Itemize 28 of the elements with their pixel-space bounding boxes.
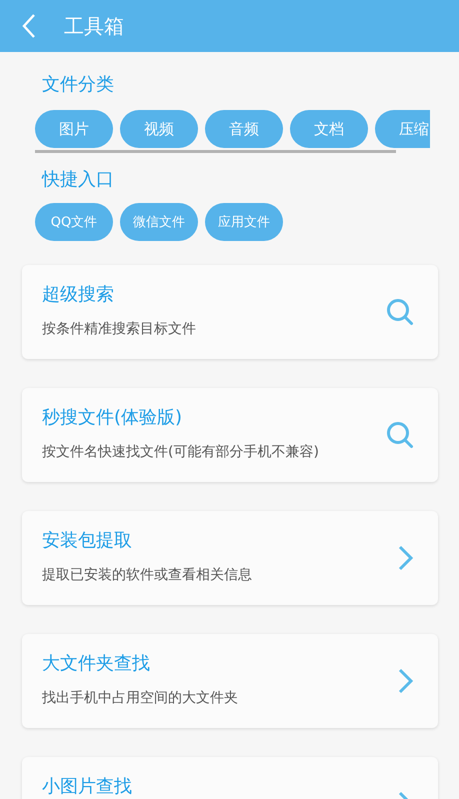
shortcut-chip[interactable]: 应用文件 <box>205 203 283 241</box>
tool-card[interactable]: 秒搜文件(体验版) 按文件名快速找文件(可能有部分手机不兼容) <box>22 388 438 482</box>
tool-title: 超级搜索 <box>42 285 115 305</box>
category-chip[interactable]: 文档 <box>290 110 368 148</box>
tool-card[interactable]: 大文件夹查找 找出手机中占用空间的大文件夹 <box>22 634 438 728</box>
tool-title: 小图片查找 <box>42 777 132 797</box>
tool-card[interactable]: 超级搜索 按条件精准搜索目标文件 <box>22 265 438 359</box>
page-title: 工具箱 <box>64 12 124 40</box>
tool-description: 按文件名快速找文件(可能有部分手机不兼容) <box>42 442 319 461</box>
section-title: 快捷入口 <box>40 168 115 192</box>
tool-card[interactable]: 安装包提取 提取已安装的软件或查看相关信息 <box>22 511 438 605</box>
search-icon <box>386 421 414 449</box>
tool-card[interactable]: 小图片查找 <box>22 757 438 799</box>
tool-title: 安装包提取 <box>42 531 133 551</box>
shortcut-chip[interactable]: 微信文件 <box>120 203 198 241</box>
tool-description: 提取已安装的软件或查看相关信息 <box>42 566 252 584</box>
search-icon <box>386 298 414 326</box>
back-icon[interactable] <box>22 13 36 39</box>
tool-description: 找出手机中占用空间的大文件夹 <box>42 688 238 707</box>
category-chip[interactable]: 压缩 <box>375 110 430 148</box>
category-chip[interactable]: 视频 <box>120 110 198 148</box>
tool-title: 秒搜文件(体验版) <box>42 408 184 428</box>
tool-description: 按条件精准搜索目标文件 <box>42 320 196 338</box>
category-chip[interactable]: 图片 <box>35 110 113 148</box>
shortcut-chip[interactable]: QQ文件 <box>35 203 113 241</box>
tool-title: 大文件夹查找 <box>42 654 151 674</box>
section-title: 文件分类 <box>41 73 115 97</box>
category-chip[interactable]: 音频 <box>205 110 283 148</box>
